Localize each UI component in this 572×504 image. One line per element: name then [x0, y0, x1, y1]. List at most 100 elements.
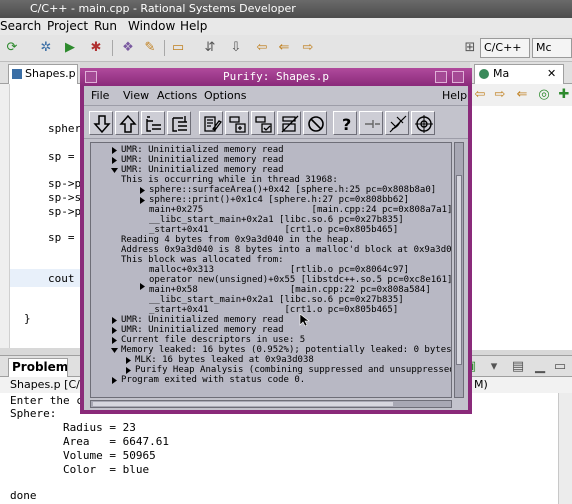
list-item[interactable]: Purify Heap Analysis (combining suppress… — [135, 365, 451, 375]
expand-arrow-icon[interactable] — [111, 337, 118, 344]
purify-titlebar[interactable]: Purify: Shapes.p — [80, 68, 472, 86]
list-item[interactable]: _start+0x41 [crt1.o pc=0x805b465] — [149, 225, 398, 235]
remove-filter-icon[interactable] — [277, 111, 301, 135]
purify-menu-help[interactable]: Help — [442, 89, 467, 102]
list-item[interactable]: main+0x275 [main.cpp:24 pc=0x808a7a1] — [149, 205, 451, 215]
purify-menu-file[interactable]: File — [91, 89, 109, 102]
expand-arrow-icon[interactable] — [111, 147, 118, 154]
perspective-cpp-button[interactable]: C/C++ — [480, 38, 530, 58]
purify-horizontal-scrollbar[interactable] — [90, 400, 452, 408]
purify-vertical-scrollbar[interactable] — [454, 142, 464, 398]
console-scrollbar[interactable] — [558, 393, 572, 504]
edit-icon[interactable] — [199, 111, 223, 135]
console-line: done — [10, 489, 37, 502]
purify-menu-view[interactable]: View — [123, 89, 149, 102]
debug-icon[interactable]: ✱ — [88, 40, 104, 56]
list-item[interactable]: __libc_start_main+0x2a1 [libc.so.6 pc=0x… — [149, 215, 404, 225]
pin-icon[interactable]: ▾ — [486, 359, 502, 375]
expand-arrow-icon[interactable] — [111, 317, 118, 324]
expand-arrow-icon[interactable] — [111, 327, 118, 334]
menu-help[interactable]: Help — [180, 19, 207, 33]
back-icon[interactable]: ⇦ — [254, 40, 270, 56]
outline-tab[interactable]: Ma ✕ — [474, 64, 564, 84]
expand-arrow-icon[interactable] — [111, 157, 118, 164]
list-item[interactable]: Memory leaked: 16 bytes (0.952%); potent… — [121, 345, 451, 355]
list-item[interactable]: Current file descriptors in use: 5 — [121, 335, 305, 345]
expand-arrow-icon[interactable] — [111, 377, 118, 384]
home-icon[interactable]: ⇐ — [514, 87, 530, 103]
purify-menu-actions[interactable]: Actions — [157, 89, 197, 102]
expand-arrow-icon[interactable] — [125, 367, 132, 374]
open-console-icon[interactable]: ▤ — [510, 359, 526, 375]
back-dropdown-icon[interactable]: ⇐ — [276, 40, 292, 56]
back-icon[interactable]: ⇦ — [472, 87, 488, 103]
build-icon[interactable]: ✲ — [38, 40, 54, 56]
no-entry-icon[interactable] — [303, 111, 327, 135]
pointer-icon[interactable] — [359, 111, 383, 135]
collapse-all-icon[interactable] — [141, 111, 165, 135]
run-icon[interactable]: ▶ — [62, 40, 78, 56]
list-item[interactable]: UMR: Uninitialized memory read — [121, 165, 284, 175]
problems-tab-label: Problems — [12, 360, 68, 374]
maximize-icon[interactable] — [452, 71, 464, 83]
list-item[interactable]: UMR: Uninitialized memory read — [121, 325, 284, 335]
down-arrow-icon[interactable] — [89, 111, 113, 135]
list-item[interactable]: sphere::print()+0x1c4 [sphere.h:27 pc=0x… — [149, 195, 409, 205]
nav-icon[interactable]: ⇵ — [202, 40, 218, 56]
scroll-thumb[interactable] — [456, 175, 462, 365]
close-icon[interactable]: ✕ — [547, 65, 556, 83]
tool-icon[interactable]: ✎ — [142, 40, 158, 56]
sync-icon[interactable]: ✚ — [556, 87, 572, 103]
list-item[interactable]: UMR: Uninitialized memory read — [121, 155, 284, 165]
nav-down-icon[interactable]: ⇩ — [228, 40, 244, 56]
purify-message-list[interactable]: UMR: Uninitialized memory read UMR: Unin… — [90, 142, 452, 398]
menu-search[interactable]: Search — [0, 19, 41, 33]
open-folder-icon[interactable]: ▭ — [170, 40, 186, 56]
minimize-icon[interactable]: ▁ — [532, 359, 548, 375]
console-line: Volume = 50965 — [10, 449, 156, 462]
list-item[interactable]: sphere::surfaceArea()+0x42 [sphere.h:25 … — [149, 185, 436, 195]
list-item[interactable]: Program exited with status code 0. — [121, 375, 305, 385]
purify-menu-options[interactable]: Options — [204, 89, 246, 102]
up-arrow-icon[interactable] — [115, 111, 139, 135]
check-filter-icon[interactable] — [251, 111, 275, 135]
editor-tab-shapes[interactable]: Shapes.p — [8, 64, 78, 84]
expand-arrow-icon[interactable] — [139, 187, 146, 194]
list-item[interactable]: operator new(unsigned)+0x55 [libstdc++.s… — [149, 275, 451, 285]
collapse-arrow-icon[interactable] — [111, 167, 118, 174]
menu-project[interactable]: Project — [47, 19, 88, 33]
expand-arrow-icon[interactable] — [125, 357, 132, 364]
list-item[interactable]: UMR: Uninitialized memory read — [121, 145, 284, 155]
menu-run[interactable]: Run — [94, 19, 117, 33]
forward-icon[interactable]: ⇨ — [300, 40, 316, 56]
perspective-other-button[interactable]: Mc — [532, 38, 572, 58]
new-icon[interactable]: ⟳ — [4, 40, 20, 56]
refresh-icon[interactable]: ◎ — [536, 87, 552, 103]
list-item[interactable]: _start+0x41 [crt1.o pc=0x805b465] — [149, 305, 398, 315]
list-item[interactable]: UMR: Uninitialized memory read — [121, 315, 284, 325]
expand-arrow-icon[interactable] — [139, 197, 146, 204]
target-icon[interactable] — [411, 111, 435, 135]
expand-all-icon[interactable] — [167, 111, 191, 135]
list-item[interactable]: main+0x58 [main.cpp:22 pc=0x808a584] — [149, 285, 431, 295]
file-icon — [12, 69, 22, 79]
list-item: Reading 4 bytes from 0x9a3d040 in the he… — [121, 235, 354, 245]
minimize-icon[interactable] — [435, 71, 447, 83]
toolbar-separator — [112, 40, 113, 56]
forward-icon[interactable]: ⇨ — [492, 87, 508, 103]
list-item[interactable]: MLK: 16 bytes leaked at 0x9a3d038 — [135, 355, 314, 365]
open-perspective-icon[interactable]: ⊞ — [462, 40, 478, 56]
graph-icon[interactable] — [385, 111, 409, 135]
profile-icon[interactable]: ❖ — [120, 40, 136, 56]
scroll-thumb[interactable] — [93, 402, 393, 406]
list-item[interactable]: malloc+0x313 [rtlib.o pc=0x8064c97] — [149, 265, 409, 275]
maximize-icon[interactable]: ▭ — [552, 359, 568, 375]
help-icon[interactable]: ? — [333, 111, 357, 135]
collapse-arrow-icon[interactable] — [111, 347, 118, 354]
list-item[interactable]: __libc_start_main+0x2a1 [libc.so.6 pc=0x… — [149, 295, 404, 305]
add-filter-icon[interactable] — [225, 111, 249, 135]
menu-window[interactable]: Window — [128, 19, 175, 33]
expand-arrow-icon[interactable] — [139, 283, 146, 290]
problems-tab[interactable]: Problems — [8, 358, 68, 377]
code-editor[interactable]: spher sp = sp->p sp->s sp->p sp = cout } — [10, 84, 81, 348]
